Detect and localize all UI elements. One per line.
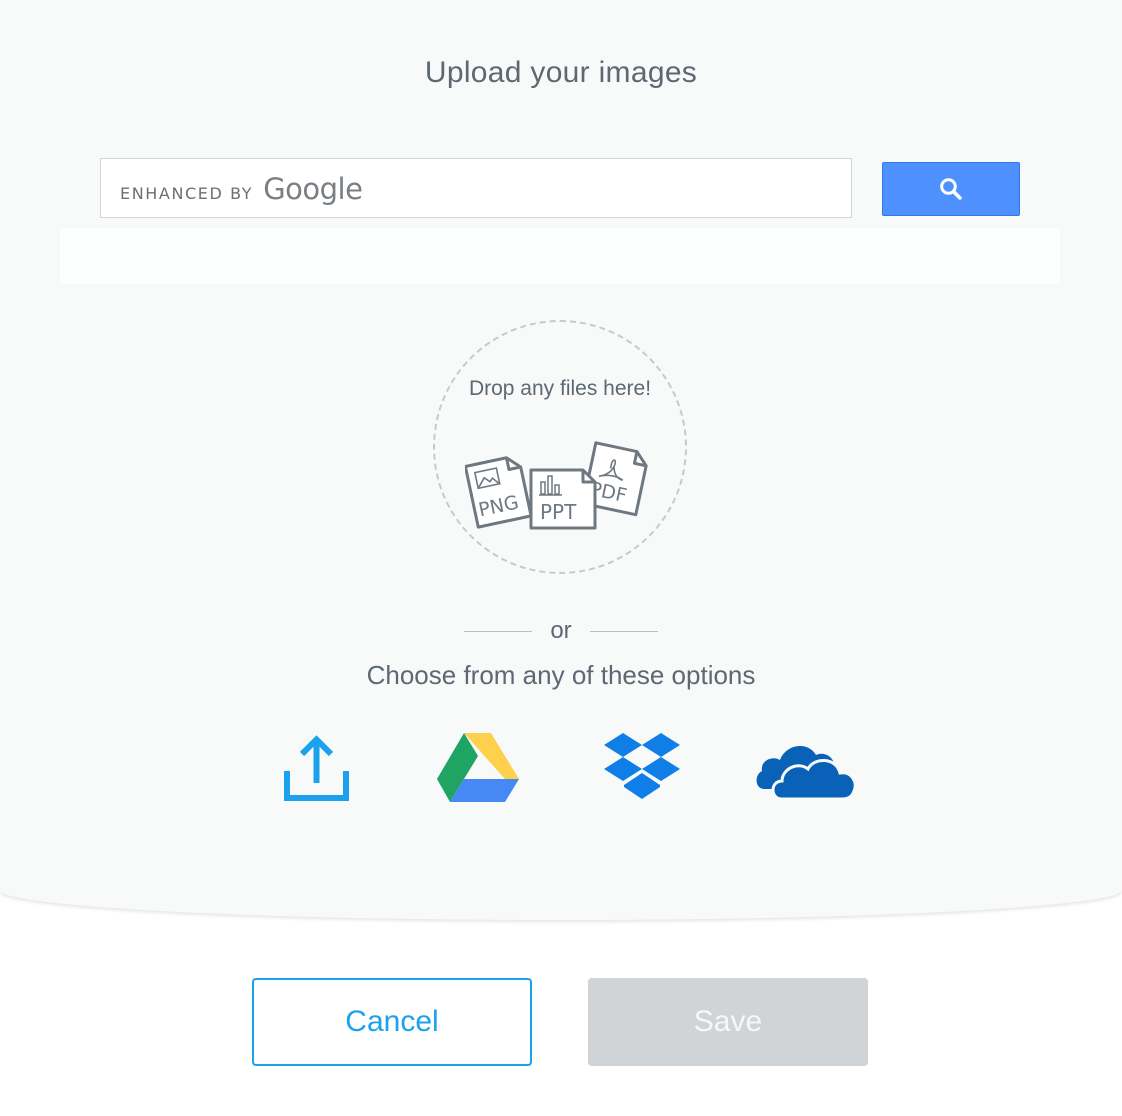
file-types-illustration: PNG PDF PPT	[465, 441, 648, 530]
or-text: or	[550, 617, 572, 644]
drop-zone-text: Drop any files here!	[468, 377, 652, 400]
upload-dialog: Upload your images ENHANCED BY Google Dr…	[0, 0, 1122, 1116]
divider-line-right	[589, 630, 658, 632]
or-divider: or	[0, 616, 1122, 646]
upload-icon	[284, 735, 349, 801]
ppt-file-icon: PPT	[529, 468, 597, 530]
png-file-icon: PNG	[465, 456, 533, 529]
search-button[interactable]	[882, 162, 1020, 216]
google-drive-icon	[437, 733, 519, 802]
dropbox-icon	[604, 733, 680, 799]
dropbox-button[interactable]	[600, 728, 684, 804]
onedrive-icon	[756, 746, 857, 801]
choose-options-heading: Choose from any of these options	[366, 660, 756, 690]
upload-from-device-button[interactable]	[276, 728, 352, 804]
search-input[interactable]	[101, 159, 851, 217]
save-button[interactable]: Save	[588, 978, 868, 1066]
upload-panel: Upload your images ENHANCED BY Google Dr…	[0, 0, 1122, 920]
file-drop-zone[interactable]: Drop any files here! PNG PDF PPT	[433, 320, 687, 574]
google-drive-button[interactable]	[436, 730, 520, 804]
onedrive-button[interactable]	[752, 732, 860, 804]
search-results-area	[60, 228, 1060, 284]
cancel-button[interactable]: Cancel	[252, 978, 532, 1066]
divider-line-left	[464, 630, 533, 632]
dialog-title: Upload your images	[424, 56, 698, 89]
image-search-box[interactable]: ENHANCED BY Google	[100, 158, 852, 218]
ppt-label: PPT	[540, 500, 577, 524]
search-icon	[940, 178, 962, 200]
